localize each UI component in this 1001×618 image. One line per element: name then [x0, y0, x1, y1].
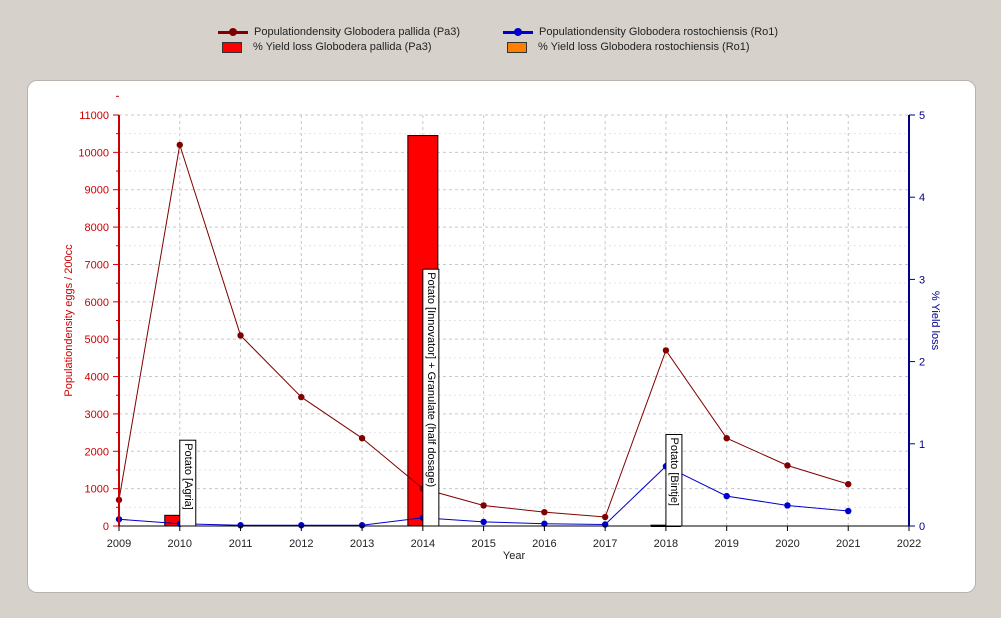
x-tick-label: 2022: [897, 538, 921, 550]
x-tick-label: 2017: [593, 538, 617, 550]
x-tick-label: 2016: [532, 538, 556, 550]
data-point: [237, 332, 244, 339]
y-left-tick-label: 5000: [85, 334, 109, 346]
x-tick-label: 2013: [350, 538, 374, 550]
data-point: [845, 480, 852, 488]
x-tick-label: 2015: [471, 538, 495, 550]
y-right-tick-label: 3: [919, 274, 925, 286]
y-left-tick-label: 6000: [85, 297, 109, 309]
x-axis-title: Year: [503, 550, 526, 562]
x-tick-label: 2011: [229, 538, 253, 550]
grid-lines: [119, 114, 910, 526]
y-left-tick-label: 2000: [85, 446, 109, 458]
y-left-tick-label: 7000: [85, 259, 109, 271]
y-left-tick-label: 11000: [79, 110, 109, 122]
x-tick-label: 2020: [775, 538, 799, 550]
data-point: [784, 502, 791, 509]
y-left-tick-label: 10000: [78, 147, 109, 159]
data-point: [845, 507, 852, 515]
x-tick-label: 2010: [168, 538, 192, 550]
data-point: [480, 502, 487, 509]
crop-annotation-text: Potato [Innovator] + Granulate (half dos…: [425, 272, 437, 487]
crop-annotation: Potato [Agria]: [179, 439, 197, 527]
y-left-tick-label: 1000: [85, 484, 109, 496]
x-tick-label: 2018: [654, 538, 678, 550]
y-left-tick-label: 3000: [85, 409, 109, 421]
y-left-tick-label: 0: [103, 521, 109, 533]
y-right-tick-label: 4: [919, 192, 925, 204]
data-point: [723, 492, 730, 500]
data-point: [662, 347, 670, 354]
y-right-tick-label: 0: [919, 521, 925, 533]
data-point: [480, 518, 487, 526]
data-point: [541, 508, 548, 516]
data-point: [723, 434, 730, 442]
x-tick-label: 2019: [714, 538, 738, 550]
x-tick-label: 2009: [107, 538, 131, 550]
y-left-tick-label: 9000: [85, 185, 109, 197]
data-point: [358, 434, 366, 442]
y-axis-left-title: Populationdensity eggs / 200cc: [63, 244, 75, 397]
y-left-tick-label: 8000: [85, 222, 109, 234]
y-left-tick-label: 4000: [85, 372, 109, 384]
crop-annotation: Potato [Bintje]: [665, 434, 683, 527]
data-point: [784, 462, 791, 469]
y-right-tick-label: 1: [919, 439, 925, 451]
data-point: [176, 141, 183, 149]
data-point: [298, 393, 305, 401]
x-tick-label: 2021: [836, 538, 860, 550]
crop-annotation: Potato [Innovator] + Granulate (half dos…: [422, 268, 440, 527]
data-point: [601, 513, 609, 521]
crop-annotation-text: Potato [Agria]: [182, 443, 194, 510]
y-right-tick-label: 2: [919, 357, 925, 369]
x-tick-label: 2012: [289, 538, 313, 550]
crop-annotation-text: Potato [Bintje]: [668, 438, 680, 507]
x-tick-label: 2014: [411, 538, 435, 550]
chart-canvas: Potato [Agria] Potato [Innovator] + Granu…: [63, 95, 941, 562]
y-axis-right-title: % Yield loss: [929, 291, 941, 351]
y-right-tick-label: 5: [919, 110, 925, 122]
crop-annotations: Potato [Agria] Potato [Innovator] + Granu…: [179, 268, 683, 527]
